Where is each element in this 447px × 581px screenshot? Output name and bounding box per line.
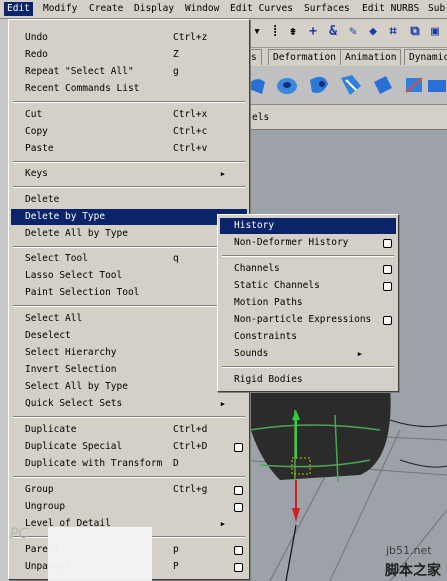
menu-separator <box>13 186 245 188</box>
watermark-site-cn: 脚本之家 <box>385 563 441 579</box>
option-box-icon[interactable] <box>234 503 243 512</box>
menu-window[interactable]: Window <box>182 2 222 16</box>
menu-separator <box>13 476 245 478</box>
menu-item-undo[interactable]: Undo Ctrl+z <box>11 30 247 46</box>
watermark-block <box>48 527 152 581</box>
menu-item-select-hierarchy[interactable]: Select Hierarchy <box>11 345 247 361</box>
menu-item-delete-all-by-type[interactable]: Delete All by Type▶ <box>11 226 247 242</box>
tab-animation[interactable]: Animation <box>340 49 402 65</box>
snap-curve-icon[interactable]: & <box>324 23 342 41</box>
snap-point-icon[interactable]: ✎ <box>344 23 362 41</box>
submenu-item-non-deformer-history[interactable]: Non-Deformer History <box>220 235 396 251</box>
menu-separator <box>13 161 245 163</box>
option-box-icon[interactable] <box>234 546 243 555</box>
option-box-icon[interactable] <box>234 563 243 572</box>
menu-item-delete-by-type[interactable]: Delete by Type▶ <box>11 209 247 225</box>
menu-item-ungroup[interactable]: Ungroup <box>11 499 247 515</box>
watermark-left: PC <box>10 526 29 542</box>
menu-separator <box>13 305 245 307</box>
menu-item-repeat[interactable]: Repeat "Select All" g <box>11 64 247 80</box>
menu-surfaces[interactable]: Surfaces <box>301 2 353 16</box>
menu-item-delete[interactable]: Delete <box>11 192 247 208</box>
menu-edit-curves[interactable]: Edit Curves <box>227 2 296 16</box>
option-box-icon[interactable] <box>383 265 392 274</box>
menu-item-duplicate-special[interactable]: Duplicate Special Ctrl+D <box>11 439 247 455</box>
submenu-item-non-particle-expressions[interactable]: Non-particle Expressions <box>220 312 396 328</box>
menu-modify[interactable]: Modify <box>40 2 80 16</box>
menu-separator <box>13 246 245 248</box>
live-surface-icon[interactable]: ⌗ <box>384 23 402 41</box>
option-box-icon[interactable] <box>383 239 392 248</box>
submenu-item-sounds[interactable]: Sounds ▶ <box>220 346 396 362</box>
menu-item-invert-selection[interactable]: Invert Selection <box>11 362 247 378</box>
menu-item-deselect[interactable]: Deselect <box>11 328 247 344</box>
menu-separator <box>13 101 245 103</box>
shelf-loft-icon[interactable] <box>274 72 300 98</box>
dropdown-icon[interactable]: ▾ <box>248 23 266 41</box>
menu-item-paste[interactable]: Paste Ctrl+v <box>11 141 247 157</box>
shelf <box>240 66 447 105</box>
edit-menu: Undo Ctrl+z Redo Z Repeat "Select All" g Re… <box>8 19 250 580</box>
menu-sub[interactable]: Sub <box>425 2 447 16</box>
status-toolbar: ▾ ┋ ⇟ + & ✎ ◆ ⌗ ⧉ ▣ <box>240 19 447 48</box>
menu-bar: Edit Modify Create Display Window Edit C… <box>0 0 447 19</box>
menu-item-redo[interactable]: Redo Z <box>11 47 247 63</box>
plus-icon[interactable]: + <box>304 23 322 41</box>
viewport-panel-menu: els <box>240 105 447 130</box>
tab-deformation[interactable]: Deformation <box>268 49 341 65</box>
submenu-item-constraints[interactable]: Constraints <box>220 329 396 345</box>
input-line-icon[interactable]: ⇟ <box>284 23 302 41</box>
option-box-icon[interactable] <box>234 486 243 495</box>
submenu-arrow-icon: ▶ <box>357 350 362 358</box>
submenu-arrow-icon: ▶ <box>220 170 225 178</box>
menu-item-lasso-select[interactable]: Lasso Select Tool <box>11 268 247 284</box>
menu-edit[interactable]: Edit <box>4 2 33 16</box>
menu-item-cut[interactable]: Cut Ctrl+x <box>11 107 247 123</box>
menu-item-select-tool[interactable]: Select Tool q <box>11 251 247 267</box>
menu-display[interactable]: Display <box>131 2 177 16</box>
option-box-icon[interactable] <box>234 443 243 452</box>
menu-item-paint-selection[interactable]: Paint Selection Tool <box>11 285 247 301</box>
menu-item-select-all[interactable]: Select All <box>11 311 247 327</box>
submenu-item-static-channels[interactable]: Static Channels <box>220 278 396 294</box>
submenu-arrow-icon: ▶ <box>220 520 225 528</box>
history-icon[interactable]: ⧉ <box>406 23 424 41</box>
menu-edit-nurbs[interactable]: Edit NURBS <box>359 2 422 16</box>
tab-dynamic[interactable]: Dynamic <box>404 49 447 65</box>
menu-item-duplicate-with-transform[interactable]: Duplicate with Transform D <box>11 456 247 472</box>
menu-item-group[interactable]: Group Ctrl+g <box>11 482 247 498</box>
shelf-square-icon[interactable] <box>426 72 447 98</box>
menu-separator <box>222 255 394 257</box>
option-box-icon[interactable] <box>383 282 392 291</box>
shelf-revolve-icon[interactable] <box>306 72 332 98</box>
shelf-boundary-icon[interactable] <box>402 72 428 98</box>
menu-item-select-all-by-type[interactable]: Select All by Type▶ <box>11 379 247 395</box>
separator-icon: ┋ <box>271 26 279 37</box>
menu-item-copy[interactable]: Copy Ctrl+c <box>11 124 247 140</box>
option-box-icon[interactable] <box>383 316 392 325</box>
menu-separator <box>13 416 245 418</box>
render-icon[interactable]: ▣ <box>426 23 444 41</box>
menu-separator <box>222 366 394 368</box>
shelf-planar-icon[interactable] <box>370 72 396 98</box>
menu-item-duplicate[interactable]: Duplicate Ctrl+d <box>11 422 247 438</box>
menu-create[interactable]: Create <box>86 2 126 16</box>
delete-by-type-submenu: History Non-Deformer History Channels St… <box>217 214 399 392</box>
submenu-arrow-icon: ▶ <box>220 400 225 408</box>
shelf-extrude-icon[interactable] <box>338 72 364 98</box>
submenu-item-rigid-bodies[interactable]: Rigid Bodies <box>220 372 396 388</box>
menu-item-recent-commands[interactable]: Recent Commands List <box>11 81 247 97</box>
snap-view-icon[interactable]: ◆ <box>364 23 382 41</box>
submenu-item-channels[interactable]: Channels <box>220 261 396 277</box>
viewport-menu-label[interactable]: els <box>252 112 269 123</box>
submenu-item-motion-paths[interactable]: Motion Paths <box>220 295 396 311</box>
submenu-item-history[interactable]: History <box>220 218 396 234</box>
menu-item-quick-select-sets[interactable]: Quick Select Sets ▶ <box>11 396 247 412</box>
menu-item-keys[interactable]: Keys ▶ <box>11 166 247 182</box>
watermark-site: jb51.net <box>386 544 432 557</box>
shelf-tabs: s Deformation Animation Dynamic <box>240 48 447 66</box>
